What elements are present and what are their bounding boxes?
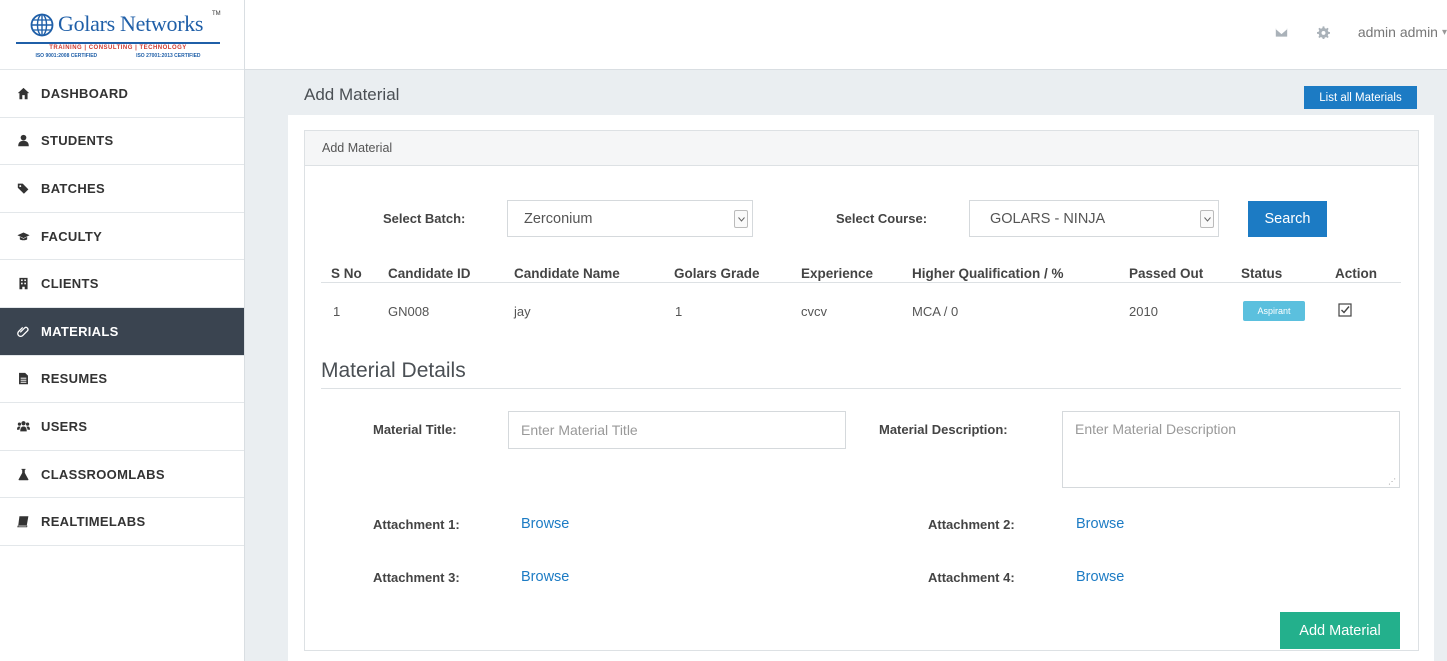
material-details-heading: Material Details <box>321 359 466 382</box>
attachment-2-browse[interactable]: Browse <box>1076 516 1124 532</box>
gear-icon[interactable] <box>1316 24 1332 40</box>
column-header: Candidate ID <box>388 266 471 281</box>
card-header: Add Material <box>305 131 1418 166</box>
table-cell-passed-out: 2010 <box>1129 304 1158 319</box>
tags-icon <box>14 180 32 196</box>
paperclip-icon <box>14 323 32 339</box>
chevron-down-icon <box>734 210 748 228</box>
action-checkbox[interactable] <box>1338 303 1352 317</box>
envelope-icon[interactable] <box>1274 24 1290 40</box>
logo-certifications: ISO 9001:2008 CERTIFIED ISO 27001:2013 C… <box>16 53 220 59</box>
batch-select-value: Zerconium <box>524 210 593 227</box>
attachment-2-label: Attachment 2: <box>928 517 1015 532</box>
user-menu[interactable]: admin admin <box>1358 24 1438 40</box>
attachment-1-browse[interactable]: Browse <box>521 516 569 532</box>
material-description-label: Material Description: <box>879 422 1008 437</box>
home-icon <box>14 85 32 101</box>
sidebar-item-dashboard[interactable]: DASHBOARD <box>0 70 244 118</box>
status-badge: Aspirant <box>1243 301 1305 321</box>
sidebar-item-label: CLIENTS <box>41 276 99 292</box>
file-icon <box>14 371 32 387</box>
select-course-label: Select Course: <box>836 211 928 226</box>
sidebar-item-clients[interactable]: CLIENTS <box>0 260 244 308</box>
add-material-button[interactable]: Add Material <box>1280 612 1400 649</box>
batch-select[interactable]: Zerconium <box>507 200 753 237</box>
building-icon <box>14 276 32 292</box>
attachment-1-label: Attachment 1: <box>373 517 460 532</box>
sidebar-item-label: BATCHES <box>41 180 105 196</box>
page-title: Add Material <box>304 85 400 104</box>
sidebar-item-students[interactable]: STUDENTS <box>0 118 244 166</box>
sidebar-item-label: MATERIALS <box>41 323 119 339</box>
material-description-textarea[interactable] <box>1062 411 1400 488</box>
attachment-4-label: Attachment 4: <box>928 570 1015 585</box>
table-cell-experience: cvcv <box>801 304 827 319</box>
flask-icon <box>14 466 32 482</box>
attachment-3-label: Attachment 3: <box>373 570 460 585</box>
table-cell-sno: 1 <box>333 304 341 319</box>
material-title-label: Material Title: <box>373 422 457 437</box>
logo-cert-left: ISO 9001:2008 CERTIFIED <box>35 52 98 59</box>
topbar-right: admin admin ▾ <box>1274 24 1447 40</box>
logo-cert-right: ISO 27001:2013 CERTIFIED <box>136 52 201 59</box>
column-header: Passed Out <box>1129 266 1204 281</box>
chevron-down-icon <box>1200 210 1214 228</box>
course-select-value: GOLARS - NINJA <box>990 210 1106 227</box>
column-header: S No <box>331 266 362 281</box>
sidebar-item-materials[interactable]: MATERIALS <box>0 307 244 356</box>
globe-icon <box>30 13 54 36</box>
sidebar-item-faculty[interactable]: FACULTY <box>0 213 244 261</box>
table-cell-candidate-id: GN008 <box>388 304 430 319</box>
table-cell-candidate-name: jay <box>514 304 531 319</box>
sidebar-item-classroomlabs[interactable]: CLASSROOMLABS <box>0 451 244 499</box>
sidebar-nav: DASHBOARD STUDENTS BATCHES FACULTY CLIEN… <box>0 70 244 546</box>
course-select[interactable]: GOLARS - NINJA <box>969 200 1219 237</box>
sidebar-item-resumes[interactable]: RESUMES <box>0 356 244 404</box>
book-icon <box>14 514 32 530</box>
logo-tagline: TRAINING | CONSULTING | TECHNOLOGY <box>16 41 220 51</box>
column-header: Higher Qualification / % <box>912 266 1064 281</box>
chevron-down-icon[interactable]: ▾ <box>1442 27 1447 38</box>
sidebar-item-users[interactable]: USERS <box>0 403 244 451</box>
sidebar-item-label: CLASSROOMLABS <box>41 466 165 482</box>
select-batch-label: Select Batch: <box>383 211 466 226</box>
sidebar-item-label: REALTIMELABS <box>41 514 146 530</box>
resize-grip-icon[interactable]: ⋰ <box>1388 477 1396 486</box>
attachment-3-browse[interactable]: Browse <box>521 569 569 585</box>
column-header: Golars Grade <box>674 266 760 281</box>
column-header: Candidate Name <box>514 266 620 281</box>
column-header: Experience <box>801 266 874 281</box>
logo[interactable]: Golars Networks TM TRAINING | CONSULTING… <box>0 0 244 70</box>
logo-box: Golars Networks TM TRAINING | CONSULTING… <box>8 9 221 61</box>
attachment-4-browse[interactable]: Browse <box>1076 569 1124 585</box>
logo-trademark: TM <box>212 10 221 17</box>
material-title-input[interactable] <box>508 411 846 449</box>
content-panel: Add Material Select Batch: Zerconium Sel… <box>288 115 1434 661</box>
user-icon <box>14 133 32 149</box>
section-divider <box>321 388 1401 389</box>
search-button[interactable]: Search <box>1248 201 1327 237</box>
users-icon <box>14 418 32 434</box>
table-cell-qualification: MCA / 0 <box>912 304 959 319</box>
graduation-cap-icon <box>14 228 32 244</box>
add-material-card: Add Material Select Batch: Zerconium Sel… <box>304 130 1419 651</box>
sidebar-item-label: RESUMES <box>41 371 108 387</box>
sidebar-item-batches[interactable]: BATCHES <box>0 165 244 213</box>
sidebar-item-label: STUDENTS <box>41 133 114 149</box>
sidebar-item-label: FACULTY <box>41 228 103 244</box>
list-all-materials-button[interactable]: List all Materials <box>1304 86 1417 109</box>
sidebar-item-label: DASHBOARD <box>41 85 129 101</box>
column-header: Action <box>1335 266 1377 281</box>
sidebar-item-realtimelabs[interactable]: REALTIMELABS <box>0 498 244 546</box>
sidebar-item-label: USERS <box>41 418 88 434</box>
topbar: admin admin ▾ <box>245 0 1447 70</box>
column-header: Status <box>1241 266 1283 281</box>
logo-name: Golars Networks <box>58 10 204 36</box>
sidebar: Golars Networks TM TRAINING | CONSULTING… <box>0 0 245 661</box>
table-cell-grade: 1 <box>675 304 683 319</box>
